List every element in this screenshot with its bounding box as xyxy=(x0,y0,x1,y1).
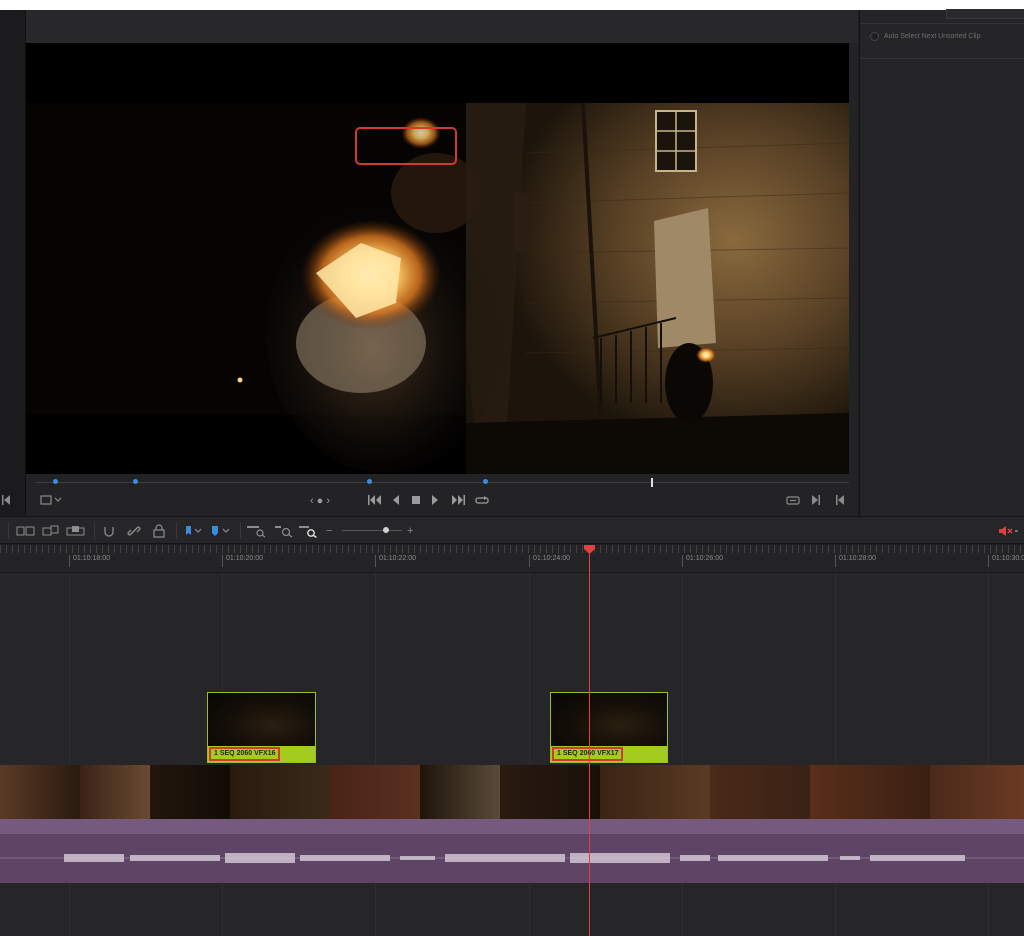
jog-control[interactable]: ‹ ● › xyxy=(305,494,335,508)
mute-icon[interactable] xyxy=(998,524,1018,543)
scrub-playhead[interactable] xyxy=(651,478,653,487)
scrub-marker[interactable] xyxy=(53,479,58,484)
play-icon[interactable] xyxy=(431,494,439,508)
vfx-clip[interactable]: 1 SEQ 2060 VFX16 xyxy=(207,692,316,763)
mark-out-icon[interactable] xyxy=(835,494,845,508)
timecode-label: 01:10:18:00 xyxy=(69,555,110,567)
filmstrip-frame xyxy=(150,765,230,819)
toolbar-divider xyxy=(8,523,9,539)
timecode-label: 01:10:26:00 xyxy=(682,555,723,567)
timecode-label: 01:10:22:00 xyxy=(375,555,416,567)
insert-icon[interactable] xyxy=(42,524,60,538)
viewer-image xyxy=(26,43,849,474)
auto-select-option[interactable]: Auto Select Next Unsorted Clip xyxy=(870,32,981,41)
auto-select-radio[interactable] xyxy=(870,32,879,41)
timeline-toolbar: − + xyxy=(0,516,1024,544)
lock-icon[interactable] xyxy=(152,524,166,538)
filmstrip-frame xyxy=(500,765,600,819)
toolbar-divider xyxy=(240,523,241,539)
vfx-clip[interactable]: 1 SEQ 2060 VFX17 xyxy=(550,692,668,763)
frame-cue-overlay xyxy=(355,127,457,165)
zoom-full-icon[interactable] xyxy=(246,524,266,538)
scrub-marker[interactable] xyxy=(483,479,488,484)
mark-in-icon[interactable] xyxy=(811,494,821,508)
viewer-scrub-bar[interactable] xyxy=(26,474,849,490)
zoom-out-icon[interactable]: − xyxy=(326,524,332,538)
go-to-end-icon[interactable] xyxy=(451,494,465,508)
auto-select-label: Auto Select Next Unsorted Clip xyxy=(884,33,981,40)
filmstrip-frame xyxy=(0,765,80,819)
marker-icon[interactable] xyxy=(210,524,234,538)
zoom-slider-track[interactable] xyxy=(342,530,402,531)
viewer-size-icon[interactable] xyxy=(40,494,62,508)
playhead-handle[interactable] xyxy=(584,545,595,554)
filmstrip-frame xyxy=(230,765,330,819)
right-panel-header xyxy=(860,9,1024,24)
overwrite-icon[interactable] xyxy=(66,524,86,538)
filmstrip-frame xyxy=(930,765,1024,819)
clip-name: 1 SEQ 2060 VFX17 xyxy=(552,747,624,761)
link-icon[interactable] xyxy=(127,524,141,538)
scrub-marker[interactable] xyxy=(367,479,372,484)
filmstrip-frame xyxy=(600,765,710,819)
timeline-view-icon[interactable] xyxy=(16,524,36,538)
left-panel-edge xyxy=(0,10,26,516)
toolbar-divider xyxy=(94,523,95,539)
clip-label-bar: 1 SEQ 2060 VFX16 xyxy=(208,746,315,762)
timeline-tracks[interactable]: 1 SEQ 2060 VFX16 1 SEQ 2060 VFX17 xyxy=(0,573,1024,936)
prev-frame-icon[interactable] xyxy=(392,494,400,508)
audio-waveform xyxy=(0,835,1024,883)
timeline-ruler[interactable]: 01:10:18:00 01:10:20:00 01:10:22:00 01:1… xyxy=(0,545,1024,573)
video-track-2: 1 SEQ 2060 VFX16 1 SEQ 2060 VFX17 xyxy=(0,690,1024,764)
stop-icon[interactable] xyxy=(411,494,421,508)
snap-icon[interactable] xyxy=(102,524,116,538)
viewer-header xyxy=(26,10,858,43)
match-frame-icon[interactable] xyxy=(786,494,800,508)
toolbar-divider xyxy=(176,523,177,539)
zoom-slider-knob[interactable] xyxy=(383,527,389,533)
zoom-custom-icon[interactable] xyxy=(298,524,318,538)
filmstrip-frame xyxy=(80,765,150,819)
timecode-label: 01:10:28:00 xyxy=(835,555,876,567)
loop-icon[interactable] xyxy=(475,494,489,508)
video-track-1[interactable] xyxy=(0,765,1024,819)
ruler-ticks xyxy=(0,545,1024,553)
prev-panel-icon[interactable] xyxy=(2,494,10,508)
timecode-label: 01:10:30:0 xyxy=(988,555,1024,567)
audio-clip-header xyxy=(0,819,1024,835)
right-panel-divider xyxy=(860,58,1024,59)
clip-name: 1 SEQ 2060 VFX16 xyxy=(209,747,281,761)
right-panel: Auto Select Next Unsorted Clip xyxy=(859,9,1024,516)
clip-thumbnail xyxy=(551,693,667,747)
timecode-label: 01:10:20:00 xyxy=(222,555,263,567)
transport-controls: ‹ ● › xyxy=(0,490,858,514)
playhead-line[interactable] xyxy=(589,551,590,936)
filmstrip-frame xyxy=(810,765,930,819)
clip-thumbnail xyxy=(208,693,315,747)
clip-label-bar: 1 SEQ 2060 VFX17 xyxy=(551,746,667,762)
zoom-in-icon[interactable]: + xyxy=(407,524,413,538)
scrub-track xyxy=(36,482,849,483)
flag-icon[interactable] xyxy=(184,524,204,538)
audio-track-1[interactable] xyxy=(0,819,1024,883)
go-to-start-icon[interactable] xyxy=(368,494,382,508)
right-panel-tab[interactable] xyxy=(946,9,1024,19)
viewer-frame[interactable] xyxy=(26,43,849,474)
filmstrip-frame xyxy=(330,765,420,819)
viewer-area xyxy=(26,10,858,516)
timecode-label: 01:10:24:00 xyxy=(529,555,570,567)
filmstrip-frame xyxy=(420,765,500,819)
scrub-marker[interactable] xyxy=(133,479,138,484)
zoom-detail-icon[interactable] xyxy=(274,524,294,538)
window-top-strip xyxy=(0,0,1024,10)
filmstrip-frame xyxy=(710,765,810,819)
